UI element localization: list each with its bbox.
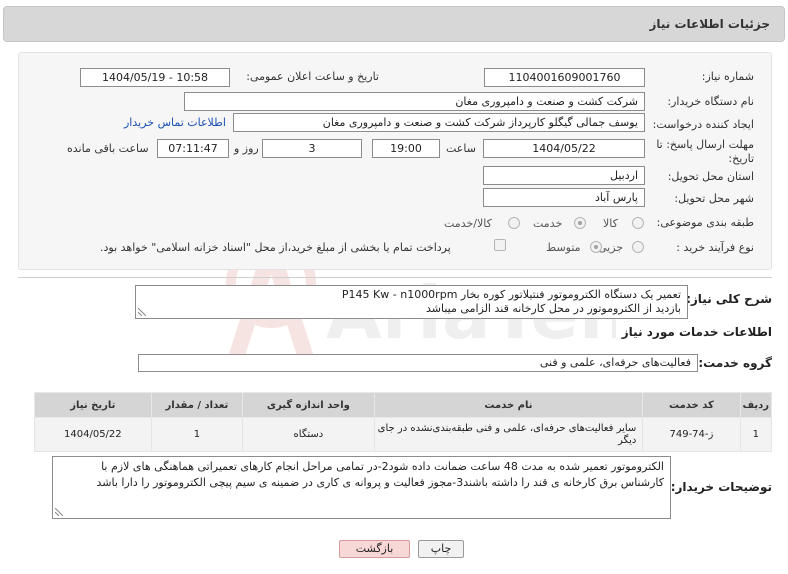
col-quantity: تعداد / مقدار xyxy=(150,392,244,418)
deadline-label-date: تاریخ: xyxy=(728,152,754,165)
purchase-option-medium: متوسط xyxy=(546,241,581,254)
table-row: 1 ز-74-749 سایر فعالیت‌های حرفه‌ای، علمی… xyxy=(34,417,772,452)
category-radio-service[interactable] xyxy=(574,217,586,229)
need-number-field: 1104001609001760 xyxy=(484,68,645,87)
purchase-radio-minor[interactable] xyxy=(632,241,644,253)
table-header-row: ردیف کد خدمت نام خدمت واحد اندازه گیری ت… xyxy=(34,392,772,418)
province-field: اردبیل xyxy=(483,166,645,185)
cell-service-name: سایر فعالیت‌های حرفه‌ای، علمی و فنی طبقه… xyxy=(373,417,644,452)
services-table: ردیف کد خدمت نام خدمت واحد اندازه گیری ت… xyxy=(34,392,772,452)
deadline-time-field: 19:00 xyxy=(372,139,440,158)
description-line-1: تعمیر یک دستگاه الکتروموتور فنتیلاتور کو… xyxy=(341,288,681,301)
buyer-org-field: شرکت کشت و صنعت و دامپروری مغان xyxy=(184,92,645,111)
back-button[interactable]: بازگشت xyxy=(339,540,410,558)
need-number-label: شماره نیاز: xyxy=(701,70,754,83)
col-row: ردیف xyxy=(739,392,772,418)
services-section-title: اطلاعات خدمات مورد نیاز xyxy=(621,325,772,339)
purchase-type-label: نوع فرآیند خرید : xyxy=(676,241,754,254)
cell-row: 1 xyxy=(739,417,772,452)
col-unit: واحد اندازه گیری xyxy=(242,392,375,418)
cell-need-date: 1404/05/22 xyxy=(34,417,152,452)
buyer-notes-label: توضیحات خریدار: xyxy=(670,480,772,494)
col-service-code: کد خدمت xyxy=(642,392,741,418)
buyer-notes-text: الکتروموتور تعمیر شده به مدت 48 ساعت ضما… xyxy=(96,460,664,489)
description-line-2: بازدید از الکتروموتور در محل کارخانه قند… xyxy=(426,302,681,315)
deadline-date-field: 1404/05/22 xyxy=(483,139,645,158)
deadline-time-label: ساعت xyxy=(446,142,476,155)
col-need-date: تاریخ نیاز xyxy=(34,392,152,418)
city-field: پارس آباد xyxy=(483,188,645,207)
city-label: شهر محل تحویل: xyxy=(674,192,754,205)
resize-handle-icon[interactable] xyxy=(55,508,63,516)
remaining-time-field: 07:11:47 xyxy=(157,139,229,158)
treasury-payment-checkbox[interactable] xyxy=(494,239,506,251)
deadline-label: مهلت ارسال پاسخ: تا xyxy=(656,138,754,151)
category-radio-goods-service[interactable] xyxy=(508,217,520,229)
service-group-field: فعالیت‌های حرفه‌ای، علمی و فنی xyxy=(138,354,698,372)
buyer-contact-link[interactable]: اطلاعات تماس خریدار xyxy=(124,116,226,129)
deadline-days-field: 3 xyxy=(262,139,362,158)
requester-field: یوسف جمالی گیگلو کارپرداز شرکت کشت و صنع… xyxy=(233,113,645,132)
description-label: شرح کلی نیاز: xyxy=(686,292,772,306)
header-bar: جزئیات اطلاعات نیاز xyxy=(3,6,785,42)
province-label: استان محل تحویل: xyxy=(667,170,754,183)
category-radio-goods[interactable] xyxy=(632,217,644,229)
cell-unit: دستگاه xyxy=(242,417,375,452)
category-option-goods-service: کالا/خدمت xyxy=(444,217,492,230)
divider xyxy=(18,277,772,278)
category-option-service: خدمت xyxy=(533,217,563,230)
cell-service-code: ز-74-749 xyxy=(642,417,741,452)
cell-quantity: 1 xyxy=(150,417,244,452)
col-service-name: نام خدمت xyxy=(373,392,644,418)
service-group-label: گروه خدمت: xyxy=(698,356,772,370)
description-textarea[interactable]: تعمیر یک دستگاه الکتروموتور فنتیلاتور کو… xyxy=(135,285,688,319)
remaining-time-label: ساعت باقی مانده xyxy=(67,142,149,155)
purchase-radio-medium[interactable] xyxy=(590,241,602,253)
buyer-notes-textarea[interactable]: الکتروموتور تعمیر شده به مدت 48 ساعت ضما… xyxy=(52,456,671,519)
requester-label: ایجاد کننده درخواست: xyxy=(652,118,754,131)
page: جزئیات اطلاعات نیاز AriaTender شماره نیا… xyxy=(0,0,788,574)
deadline-days-label: روز و xyxy=(234,142,259,155)
announce-datetime-field: 1404/05/19 - 10:58 xyxy=(80,68,230,87)
treasury-payment-note: پرداخت تمام یا بخشی از مبلغ خرید،از محل … xyxy=(100,241,451,254)
category-label: طبقه بندی موضوعی: xyxy=(656,216,754,229)
page-title: جزئیات اطلاعات نیاز xyxy=(649,17,770,31)
category-option-goods: کالا xyxy=(603,217,618,230)
buyer-org-label: نام دستگاه خریدار: xyxy=(667,95,754,108)
announce-datetime-label: تاریخ و ساعت اعلان عمومی: xyxy=(246,70,379,83)
print-button[interactable]: چاپ xyxy=(418,540,464,558)
resize-handle-icon[interactable] xyxy=(138,308,146,316)
